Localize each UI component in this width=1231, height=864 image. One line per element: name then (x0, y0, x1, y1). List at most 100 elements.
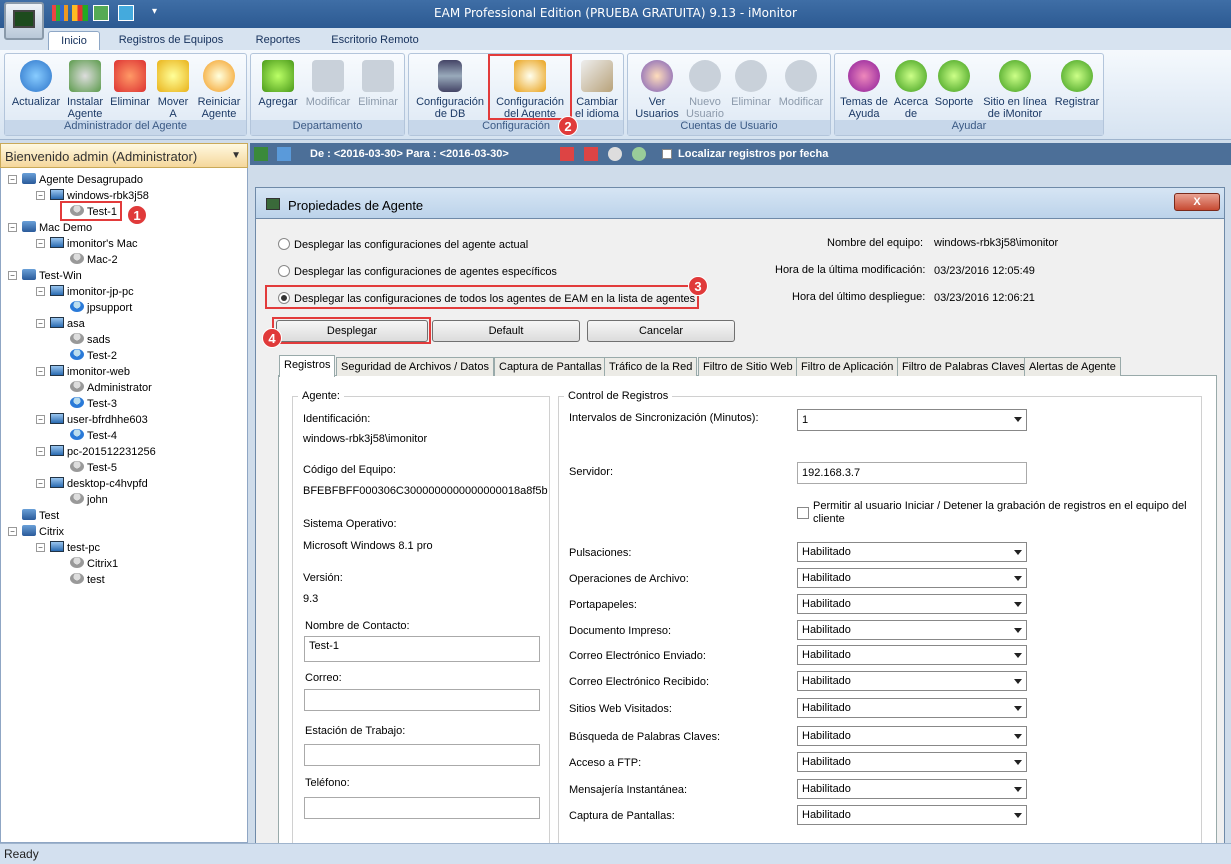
radio-current-agent[interactable]: Desplegar las configuraciones del agente… (278, 238, 528, 251)
tree-node[interactable]: asa (50, 317, 85, 330)
modify-user-button[interactable]: Modificar (774, 60, 828, 108)
control-row-select[interactable]: Habilitado (797, 752, 1027, 772)
tree-node[interactable]: Citrix1 (70, 557, 118, 570)
view-users-button[interactable]: Ver Usuarios (630, 60, 684, 120)
language-button[interactable]: Cambiar el idioma (571, 60, 623, 120)
control-row-select[interactable]: Habilitado (797, 726, 1027, 746)
tree-node[interactable]: imonitor-web (50, 365, 130, 378)
control-row-select[interactable]: Habilitado (797, 620, 1027, 640)
calendar-from-icon[interactable] (560, 147, 574, 161)
allow-checkbox[interactable] (797, 507, 809, 519)
server-field[interactable]: 192.168.3.7 (797, 462, 1027, 484)
expand-toggle-icon[interactable]: − (36, 447, 45, 456)
tab-filtro-palabras[interactable]: Filtro de Palabras Claves (897, 357, 1030, 376)
tab-filtro-sitio[interactable]: Filtro de Sitio Web (698, 357, 798, 376)
expand-toggle-icon[interactable]: − (8, 527, 17, 536)
tree-node[interactable]: john (70, 493, 108, 506)
refresh-filter-icon[interactable] (632, 147, 646, 161)
dialog-close-button[interactable]: X (1174, 193, 1220, 211)
modify-dept-button[interactable]: Modificar (301, 60, 355, 108)
refresh-button[interactable]: Actualizar (7, 60, 65, 108)
tree-node[interactable]: imonitor-jp-pc (50, 285, 134, 298)
radio-specific-agents[interactable]: Desplegar las configuraciones de agentes… (278, 265, 557, 278)
expand-toggle-icon[interactable]: − (36, 287, 45, 296)
expand-toggle-icon[interactable]: − (36, 479, 45, 488)
tree-node[interactable]: test (70, 573, 105, 586)
tree-node[interactable]: Test (22, 509, 59, 522)
new-user-button[interactable]: Nuevo Usuario (682, 60, 728, 120)
restart-agent-button[interactable]: Reiniciar Agente (193, 60, 245, 120)
tree-node[interactable]: Administrator (70, 381, 152, 394)
chart-icon[interactable] (52, 5, 68, 21)
computers-icon[interactable] (93, 5, 109, 21)
welcome-header[interactable]: Bienvenido admin (Administrator) ▼ (0, 143, 248, 168)
tree-node[interactable]: imonitor's Mac (50, 237, 138, 250)
website-button[interactable]: Sitio en línea de iMonitor (977, 60, 1053, 120)
expand-toggle-icon[interactable]: − (8, 223, 17, 232)
support-button[interactable]: Soporte (931, 60, 977, 108)
tree-node[interactable]: Test-3 (70, 397, 117, 410)
tab-registros-dialog[interactable]: Registros (279, 355, 336, 377)
quick-access-dropdown-icon[interactable]: ▾ (152, 6, 157, 17)
phone-field[interactable] (304, 797, 540, 819)
tab-seguridad[interactable]: Seguridad de Archivos / Datos (336, 357, 494, 376)
control-row-select[interactable]: Habilitado (797, 698, 1027, 718)
tree-node[interactable]: jpsupport (70, 301, 132, 314)
tab-registros[interactable]: Registros de Equipos (108, 31, 234, 50)
bars-icon[interactable] (72, 5, 88, 21)
clock-icon[interactable] (608, 147, 622, 161)
tab-reportes[interactable]: Reportes (244, 31, 312, 50)
locate-checkbox[interactable] (662, 149, 672, 159)
tree-node[interactable]: test-pc (50, 541, 100, 554)
cancel-button[interactable]: Cancelar (587, 320, 735, 342)
control-row-select[interactable]: Habilitado (797, 779, 1027, 799)
tree-node[interactable]: Test-2 (70, 349, 117, 362)
tab-trafico[interactable]: Tráfico de la Red (604, 357, 698, 376)
tab-escritorio-remoto[interactable]: Escritorio Remoto (320, 31, 430, 50)
workstation-field[interactable] (304, 744, 540, 766)
add-dept-button[interactable]: Agregar (253, 60, 303, 108)
control-row-select[interactable]: Habilitado (797, 805, 1027, 825)
monitor-icon[interactable] (118, 5, 134, 21)
export-icon[interactable] (277, 147, 291, 161)
register-button[interactable]: Registrar (1051, 60, 1103, 108)
delete-dept-button[interactable]: Eliminar (353, 60, 403, 108)
help-topics-button[interactable]: Temas de Ayuda (837, 60, 891, 120)
expand-toggle-icon[interactable]: − (36, 191, 45, 200)
delete-user-button[interactable]: Eliminar (728, 60, 774, 108)
tree-node[interactable]: Citrix (22, 525, 64, 538)
app-menu-icon[interactable] (4, 2, 44, 40)
tab-filtro-aplicacion[interactable]: Filtro de Aplicación (796, 357, 899, 376)
expand-toggle-icon[interactable]: − (36, 319, 45, 328)
expand-toggle-icon[interactable]: − (36, 415, 45, 424)
expand-toggle-icon[interactable]: − (36, 543, 45, 552)
about-button[interactable]: Acerca de (891, 60, 931, 120)
contact-field[interactable]: Test-1 (304, 636, 540, 662)
control-row-select[interactable]: Habilitado (797, 671, 1027, 691)
expand-toggle-icon[interactable]: − (36, 367, 45, 376)
excel-icon[interactable] (254, 147, 268, 161)
tree-node[interactable]: pc-201512231256 (50, 445, 156, 458)
db-config-button[interactable]: Configuración de DB (411, 60, 489, 120)
tree-node[interactable]: Test-Win (22, 269, 82, 282)
move-button[interactable]: Mover A (153, 60, 193, 120)
tree-node[interactable]: Test-4 (70, 429, 117, 442)
delete-agent-button[interactable]: Eliminar (107, 60, 153, 108)
install-agent-button[interactable]: Instalar Agente (63, 60, 107, 120)
tree-node[interactable]: user-bfrdhhe603 (50, 413, 148, 426)
expand-toggle-icon[interactable]: − (36, 239, 45, 248)
control-row-select[interactable]: Habilitado (797, 568, 1027, 588)
tab-alertas[interactable]: Alertas de Agente (1024, 357, 1121, 376)
control-row-select[interactable]: Habilitado (797, 594, 1027, 614)
tree-node[interactable]: desktop-c4hvpfd (50, 477, 148, 490)
expand-toggle-icon[interactable]: − (8, 175, 17, 184)
tab-captura[interactable]: Captura de Pantallas (494, 357, 607, 376)
tree-node[interactable]: sads (70, 333, 110, 346)
control-row-select[interactable]: Habilitado (797, 542, 1027, 562)
mail-field[interactable] (304, 689, 540, 711)
expand-toggle-icon[interactable]: − (8, 271, 17, 280)
sync-select[interactable]: 1 (797, 409, 1027, 431)
default-button[interactable]: Default (432, 320, 580, 342)
control-row-select[interactable]: Habilitado (797, 645, 1027, 665)
tree-node[interactable]: Mac Demo (22, 221, 92, 234)
